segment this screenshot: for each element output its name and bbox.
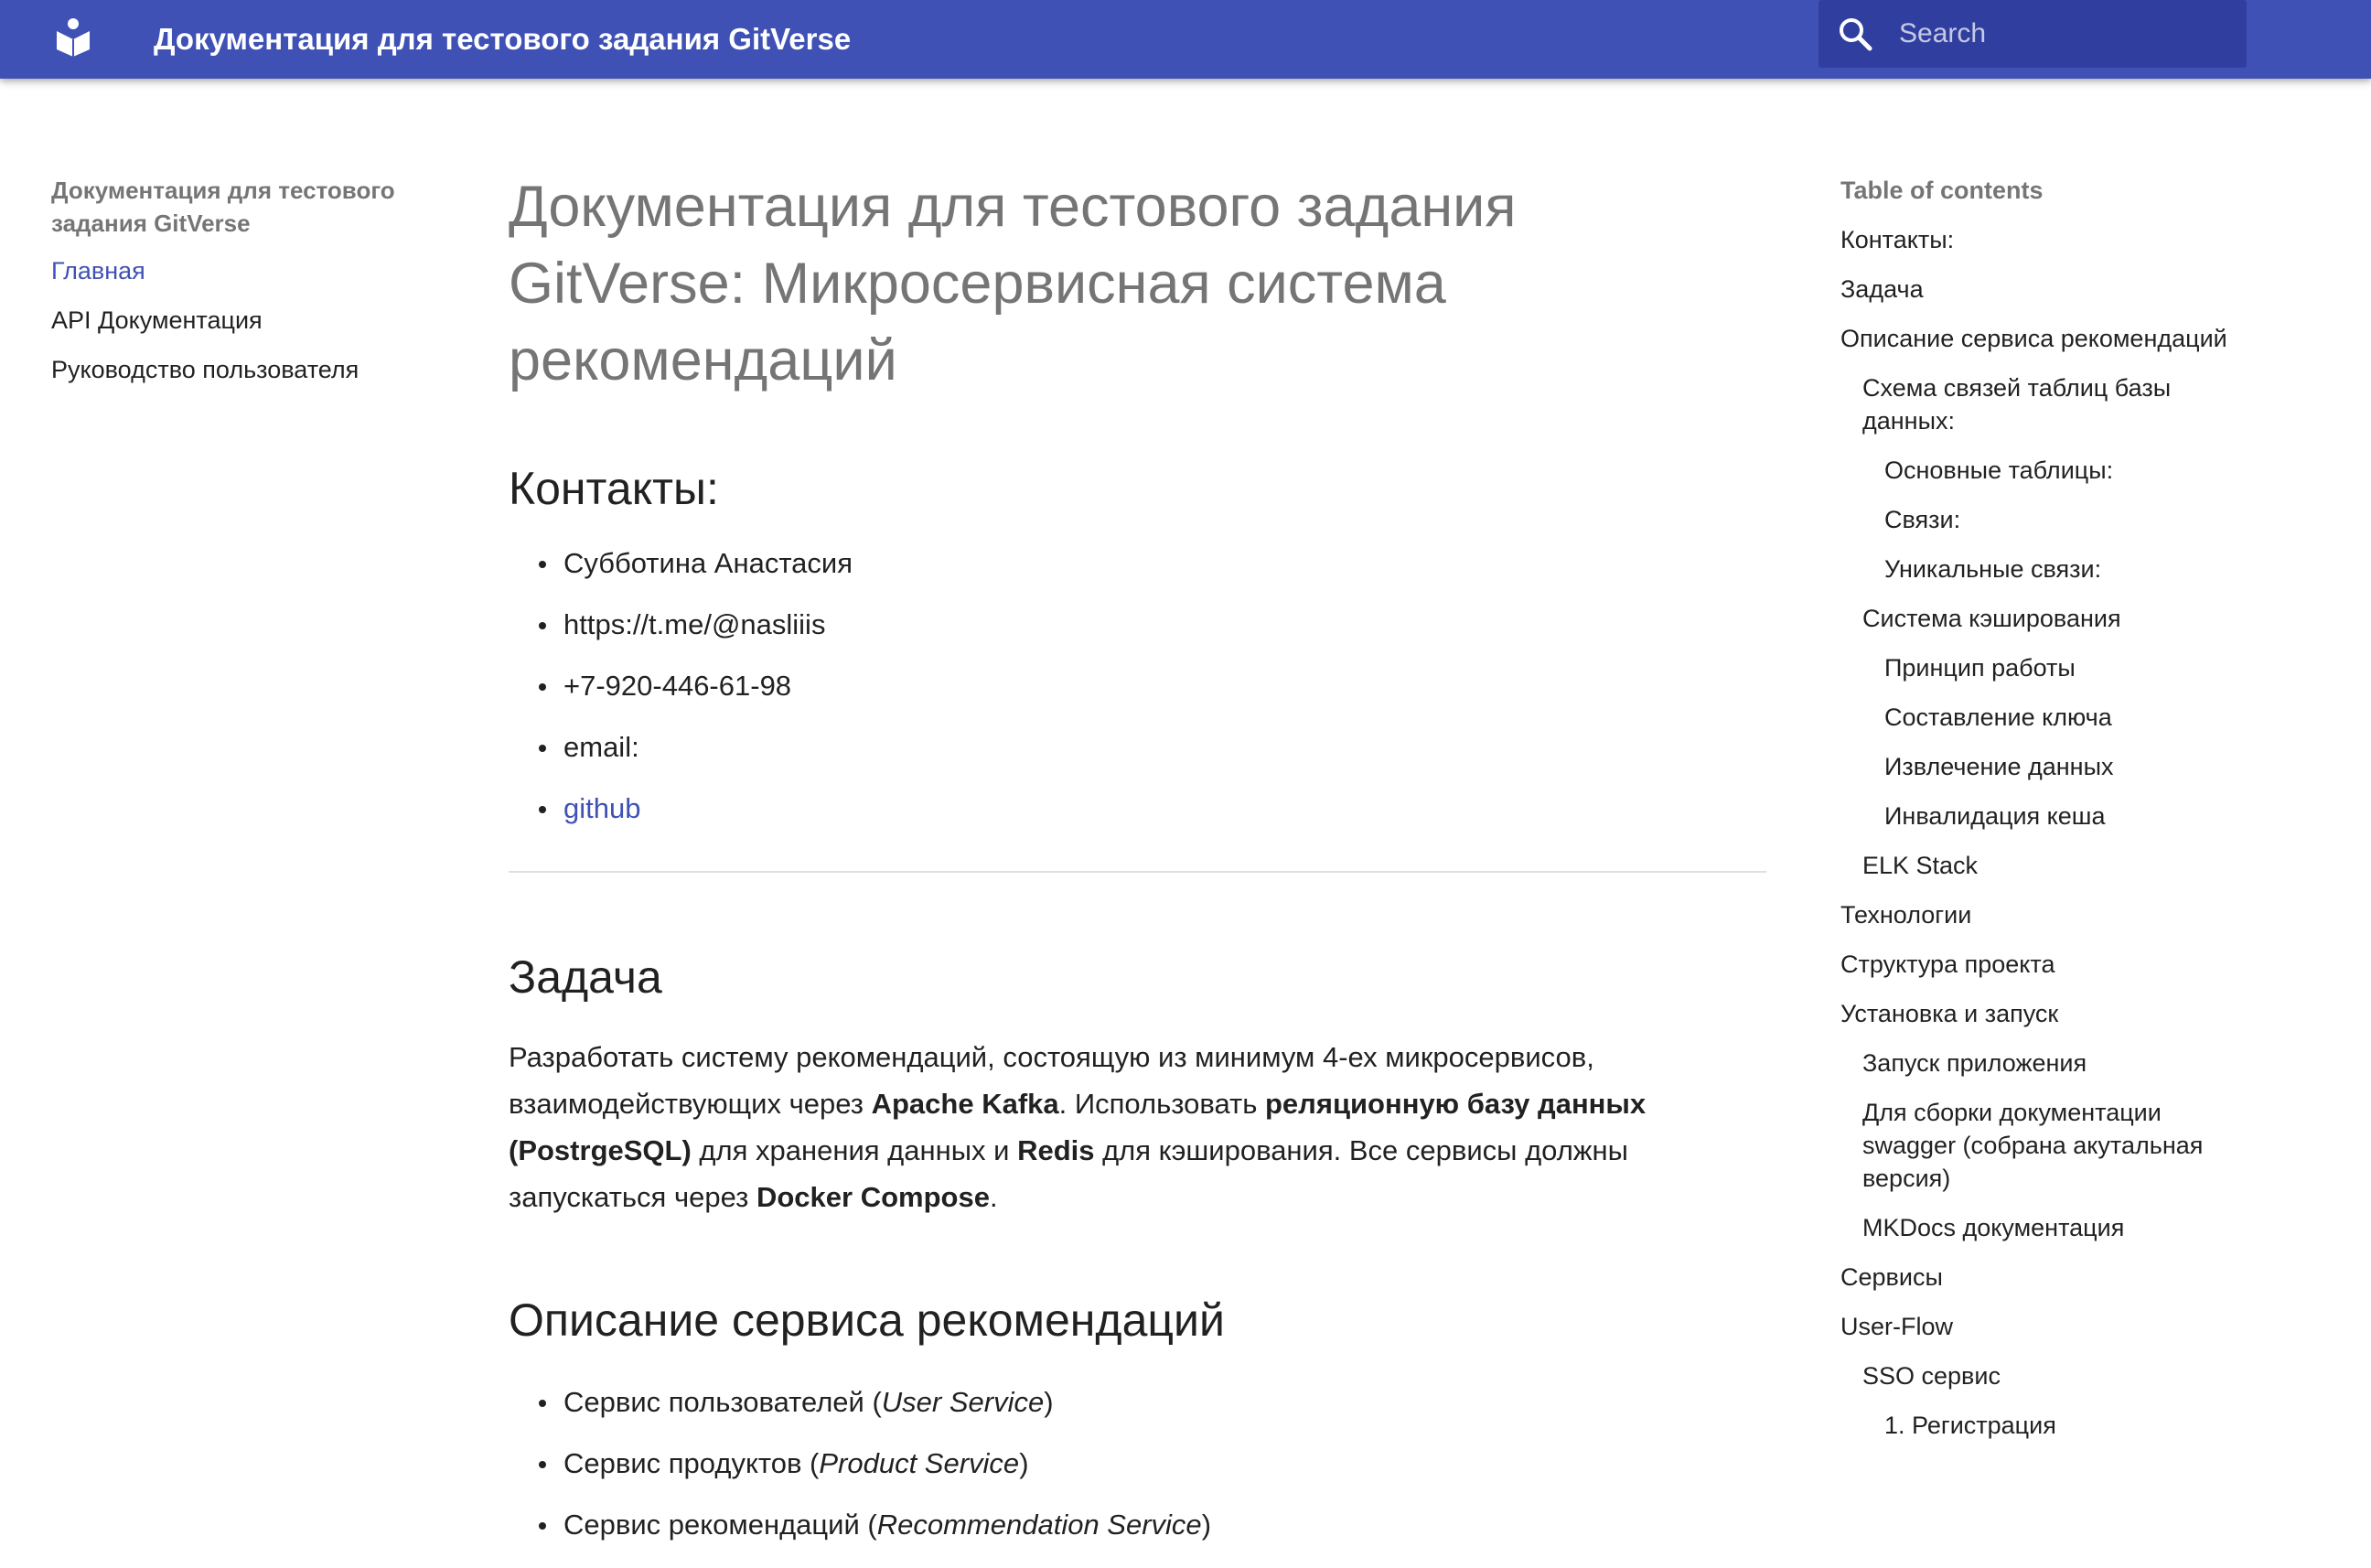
toc-item-structure[interactable]: Структура проекта: [1840, 948, 2234, 981]
toc-item-caching[interactable]: Система кэширования: [1862, 602, 2234, 635]
divider: [509, 871, 1766, 873]
toc-item-services[interactable]: Сервисы: [1840, 1261, 2234, 1294]
page-title: Документация для тестового задания GitVe…: [509, 175, 1517, 392]
sidebar-title: Документация для тестового задания GitVe…: [51, 177, 395, 237]
github-link[interactable]: github: [563, 792, 640, 824]
toc-item-relations[interactable]: Связи:: [1884, 503, 2234, 536]
service-item-user: Сервис пользователей (User Service): [509, 1384, 1766, 1421]
sidebar-item-home[interactable]: Главная: [51, 254, 426, 287]
toc-item-service-description[interactable]: Описание сервиса рекомендаций: [1840, 322, 2234, 355]
table-of-contents: Table of contents Контакты: Задача Описа…: [1840, 174, 2234, 1473]
service-item-recommendation: Сервис рекомендаций (Recommendation Serv…: [509, 1507, 1766, 1543]
toc-item-unique-relations[interactable]: Уникальные связи:: [1884, 553, 2234, 585]
toc-item-task[interactable]: Задача: [1840, 273, 2234, 306]
task-heading: Задача: [509, 951, 662, 1003]
contacts-list: Субботина Анастасия https://t.me/@naslii…: [509, 545, 1766, 827]
services-heading: Описание сервиса рекомендаций: [509, 1294, 1225, 1346]
toc-item-run[interactable]: Запуск приложения: [1862, 1047, 2234, 1079]
contact-telegram: https://t.me/@nasliiis: [509, 607, 1766, 643]
contact-github-item: github: [509, 790, 1766, 827]
sidebar-nav: Документация для тестового задания GitVe…: [51, 174, 426, 403]
main-content: Документация для тестового задания GitVe…: [509, 168, 1766, 1568]
toc-item-sso[interactable]: SSO сервис: [1862, 1359, 2234, 1392]
toc-item-data-extraction[interactable]: Извлечение данных: [1884, 750, 2234, 783]
task-paragraph: Разработать систему рекомендаций, состоя…: [509, 1041, 1647, 1213]
toc-item-main-tables[interactable]: Основные таблицы:: [1884, 454, 2234, 487]
toc-item-install[interactable]: Установка и запуск: [1840, 997, 2234, 1030]
toc-item-db-schema[interactable]: Схема связей таблиц базы данных:: [1862, 371, 2234, 437]
search-input[interactable]: [1899, 0, 2228, 68]
sidebar-item-api-docs[interactable]: API Документация: [51, 304, 426, 337]
toc-title: Table of contents: [1840, 177, 2044, 204]
toc-item-cache-invalidation[interactable]: Инвалидация кеша: [1884, 800, 2234, 832]
search-box[interactable]: [1818, 0, 2247, 68]
toc-item-user-flow[interactable]: User-Flow: [1840, 1310, 2234, 1343]
toc-item-swagger[interactable]: Для сборки документации swagger (собрана…: [1862, 1096, 2234, 1195]
contacts-heading: Контакты:: [509, 463, 719, 514]
toc-item-principle[interactable]: Принцип работы: [1884, 651, 2234, 684]
book-open-icon[interactable]: [51, 15, 95, 59]
toc-item-registration[interactable]: 1. Регистрация: [1884, 1409, 2234, 1442]
toc-item-key[interactable]: Составление ключа: [1884, 701, 2234, 734]
contact-email: email:: [509, 729, 1766, 766]
contact-name: Субботина Анастасия: [509, 545, 1766, 582]
toc-item-elk[interactable]: ELK Stack: [1862, 849, 2234, 882]
toc-item-technologies[interactable]: Технологии: [1840, 898, 2234, 931]
toc-item-contacts[interactable]: Контакты:: [1840, 223, 2234, 256]
contact-phone: +7-920-446-61-98: [509, 668, 1766, 704]
header-bar: Документация для тестового задания GitVe…: [0, 0, 2371, 79]
toc-item-mkdocs[interactable]: MKDocs документация: [1862, 1211, 2234, 1244]
service-item-product: Сервис продуктов (Product Service): [509, 1445, 1766, 1482]
site-title[interactable]: Документация для тестового задания GitVe…: [154, 16, 851, 62]
services-list: Сервис пользователей (User Service) Серв…: [509, 1384, 1766, 1543]
search-icon[interactable]: [1837, 16, 1873, 52]
sidebar-item-user-guide[interactable]: Руководство пользователя: [51, 353, 426, 386]
